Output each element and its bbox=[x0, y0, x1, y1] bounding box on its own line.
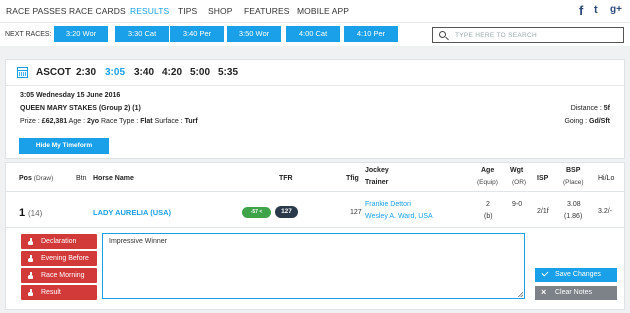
header-age: Age bbox=[481, 167, 495, 174]
header-wgt-sub: (OR) bbox=[512, 179, 527, 186]
header-trainer: Trainer bbox=[365, 179, 389, 186]
header-jockey: Jockey bbox=[365, 167, 389, 174]
clear-notes-button[interactable]: × Clear Notes bbox=[535, 286, 617, 300]
race-datetime: 3:05 Wednesday 15 June 2016 bbox=[20, 92, 121, 99]
result-note-button[interactable]: Result bbox=[21, 285, 97, 300]
search-input[interactable] bbox=[455, 29, 620, 41]
row-divider bbox=[6, 227, 624, 228]
flask-icon bbox=[28, 255, 33, 262]
nav-race-cards[interactable]: RACE CARDS bbox=[69, 6, 126, 16]
flask-icon bbox=[28, 238, 33, 245]
runner-bsp: 3.08 bbox=[567, 201, 581, 208]
race-time-link[interactable]: 3:40 bbox=[134, 67, 154, 78]
search-icon bbox=[439, 31, 446, 38]
header-horse: Horse Name bbox=[93, 175, 134, 182]
runner-equip: (b) bbox=[484, 213, 493, 220]
runner-tfig: 127 bbox=[350, 209, 362, 216]
top-nav: RACE PASSES RACE CARDS RESULTS TIPS SHOP… bbox=[0, 0, 630, 22]
race-distance: Distance : 5f bbox=[570, 105, 610, 112]
evening-before-note-button[interactable]: Evening Before bbox=[21, 251, 97, 266]
next-race-button[interactable]: 4:00 Cat bbox=[286, 26, 340, 42]
next-race-button[interactable]: 4:10 Per bbox=[344, 26, 398, 42]
header-tfr: TFR bbox=[279, 175, 293, 182]
race-time-link[interactable]: 2:30 bbox=[76, 67, 96, 78]
horse-name-link[interactable]: LADY AURELIA (USA) bbox=[93, 208, 171, 217]
race-name: QUEEN MARY STAKES (Group 2) (1) bbox=[20, 105, 141, 112]
race-time-link[interactable]: 5:00 bbox=[190, 67, 210, 78]
header-divider bbox=[6, 191, 624, 192]
race-morning-note-button[interactable]: Race Morning bbox=[21, 268, 97, 283]
race-going: Going : Gd/Sft bbox=[564, 118, 610, 125]
search-box[interactable] bbox=[432, 27, 624, 43]
next-races-bar: NEXT RACES: 3:20 Wor 3:30 Cat 3:40 Per 3… bbox=[0, 22, 630, 46]
runner-age: 2 bbox=[486, 201, 490, 208]
close-icon: × bbox=[541, 287, 547, 297]
flask-icon bbox=[28, 289, 33, 296]
race-time-link[interactable]: 3:05 bbox=[105, 67, 125, 78]
header-btn: Btn bbox=[76, 175, 87, 182]
header-isp: ISP bbox=[537, 175, 549, 182]
nav-results[interactable]: RESULTS bbox=[130, 6, 169, 16]
race-details: Prize : £62,381 Age : 2yo Race Type : Fl… bbox=[20, 118, 198, 125]
meeting-header: ASCOT 2:30 3:05 3:40 4:20 5:00 5:35 bbox=[6, 60, 624, 86]
nav-race-passes[interactable]: RACE PASSES bbox=[6, 6, 66, 16]
nav-mobile-app[interactable]: MOBILE APP bbox=[297, 6, 349, 16]
runner-bsp-place: (1.86) bbox=[564, 213, 583, 220]
race-time-link[interactable]: 5:35 bbox=[218, 67, 238, 78]
nav-tips[interactable]: TIPS bbox=[178, 6, 197, 16]
race-card-panel: ASCOT 2:30 3:05 3:40 4:20 5:00 5:35 3:05… bbox=[5, 59, 625, 159]
calendar-icon bbox=[17, 67, 28, 78]
declaration-note-button[interactable]: Declaration bbox=[21, 234, 97, 249]
runner-draw: (14) bbox=[28, 209, 43, 218]
notes-text: Impressive Winner bbox=[109, 238, 167, 245]
runner-weight: 9-0 bbox=[512, 201, 523, 208]
header-age-sub: (Equip) bbox=[477, 179, 498, 186]
next-race-button[interactable]: 3:30 Cat bbox=[115, 26, 169, 42]
header-bsp: BSP bbox=[566, 167, 581, 174]
google-plus-icon[interactable]: g+ bbox=[610, 4, 622, 15]
venue-name: ASCOT bbox=[36, 67, 71, 78]
header-tfig: Tfig bbox=[346, 175, 359, 182]
header-hilo: Hi/Lo bbox=[598, 175, 615, 182]
race-time-link[interactable]: 4:20 bbox=[162, 67, 182, 78]
trainer-link[interactable]: Wesley A. Ward, USA bbox=[365, 213, 433, 220]
next-race-button[interactable]: 3:40 Per bbox=[170, 26, 224, 42]
check-icon bbox=[541, 269, 549, 277]
resize-handle-icon[interactable] bbox=[518, 292, 523, 297]
jockey-link[interactable]: Frankie Dettori bbox=[365, 201, 411, 208]
notes-textarea[interactable]: Impressive Winner bbox=[102, 233, 525, 299]
header-wgt: Wgt bbox=[510, 167, 524, 174]
runner-isp: 2/1f bbox=[537, 208, 549, 215]
runner-position: 1 bbox=[19, 207, 26, 219]
facebook-icon[interactable]: f bbox=[579, 3, 583, 18]
hide-my-timeform-button[interactable]: Hide My Timeform bbox=[19, 138, 109, 154]
nav-shop[interactable]: SHOP bbox=[208, 6, 233, 16]
flask-icon bbox=[28, 272, 33, 279]
save-changes-button[interactable]: Save Changes bbox=[535, 268, 617, 282]
nav-features[interactable]: FEATURES bbox=[244, 6, 290, 16]
header-bsp-sub: (Place) bbox=[563, 179, 584, 186]
header-pos: Pos (Draw) bbox=[19, 175, 54, 182]
next-races-label: NEXT RACES: bbox=[5, 31, 52, 38]
tfr-rating: 127 bbox=[275, 206, 298, 218]
tfr-badge: -57 < bbox=[242, 207, 271, 218]
next-race-button[interactable]: 3:20 Wor bbox=[54, 26, 108, 42]
runners-table: Pos (Draw) Btn Horse Name TFR Tfig Jocke… bbox=[5, 162, 625, 310]
next-race-button[interactable]: 3:50 Wor bbox=[227, 26, 281, 42]
runner-hilo: 3.2/- bbox=[598, 208, 613, 215]
twitter-icon[interactable]: t bbox=[594, 4, 598, 16]
